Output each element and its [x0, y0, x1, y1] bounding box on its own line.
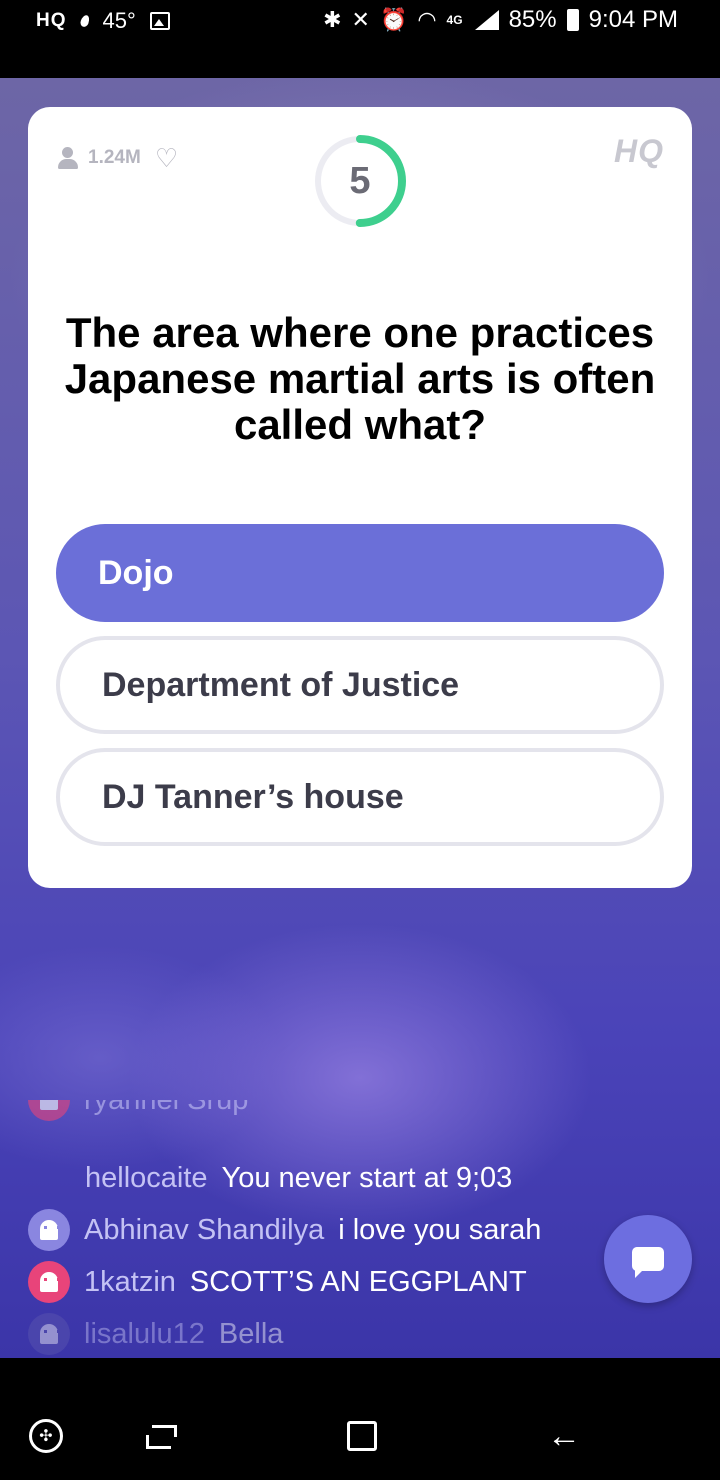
chat-text: You never start at 9;03	[221, 1161, 513, 1194]
hq-notification-icon: HQ	[36, 10, 67, 31]
skull-icon	[40, 1100, 58, 1110]
chat-text: Bella	[218, 1317, 284, 1350]
live-chat: ryannel Srup hellocaite You never start …	[0, 1100, 720, 1358]
chat-message: 1katzin SCOTT’S AN EGGPLANT	[28, 1260, 527, 1304]
skull-icon	[40, 1272, 60, 1292]
raindrop-icon	[78, 13, 91, 29]
image-notification-icon	[149, 12, 170, 30]
recent-apps-icon	[146, 1425, 177, 1449]
ghost-icon	[40, 1324, 60, 1344]
game-launcher-button[interactable]: ✣	[26, 1416, 66, 1456]
bluetooth-icon: ✱	[323, 7, 342, 32]
viewer-count: 1.24M	[88, 147, 141, 168]
answer-option-1[interactable]: Dojo	[56, 524, 664, 622]
chat-message: lisalulu12 Bella	[28, 1312, 283, 1356]
question-card: 1.24M ♡ 5 HQ The area where one practice…	[28, 107, 692, 888]
alarm-icon: ⏰	[379, 7, 408, 32]
chat-username: Abhinav Shandilya	[84, 1213, 325, 1246]
back-icon: ←	[547, 1416, 581, 1455]
chat-message: hellocaite You never start at 9;03	[85, 1156, 512, 1200]
chat-username: lisalulu12	[84, 1317, 205, 1350]
ghost-icon	[40, 1220, 60, 1240]
chat-username: hellocaite	[85, 1161, 208, 1194]
viewer-info: 1.24M ♡	[56, 145, 178, 171]
game-launcher-icon: ✣	[29, 1419, 63, 1453]
battery-percent: 85%	[508, 6, 557, 33]
mute-icon: ✕	[351, 7, 370, 32]
home-button[interactable]	[342, 1416, 382, 1456]
answer-label: DJ Tanner’s house	[102, 777, 404, 816]
chat-message: Abhinav Shandilya i love you sarah	[28, 1208, 541, 1252]
status-right: ✱ ✕ ⏰ ◠ 4G 85% 9:04 PM	[323, 6, 678, 34]
heart-icon[interactable]: ♡	[155, 145, 178, 171]
hq-logo: HQ	[614, 133, 664, 169]
timer-number: 5	[349, 159, 371, 202]
chat-text: i love you sarah	[338, 1213, 542, 1246]
avatar	[28, 1100, 70, 1121]
answer-label: Department of Justice	[102, 665, 460, 704]
chat-bubble-icon	[632, 1247, 664, 1278]
avatar	[28, 1313, 70, 1355]
battery-icon	[566, 9, 579, 31]
answer-option-3[interactable]: DJ Tanner’s house	[56, 748, 664, 846]
person-icon	[56, 146, 80, 170]
signal-icon	[473, 10, 499, 30]
navigation-bar: ✣ ←	[0, 1358, 720, 1480]
network-type: 4G	[446, 13, 463, 27]
recent-apps-button[interactable]	[140, 1416, 180, 1456]
question-text: The area where one practices Japanese ma…	[64, 309, 656, 448]
chat-username: 1katzin	[84, 1265, 176, 1298]
home-icon	[347, 1421, 377, 1451]
answer-option-2[interactable]: Department of Justice	[56, 636, 664, 734]
answer-label: Dojo	[98, 553, 174, 592]
chat-username: ryannel Srup	[84, 1100, 248, 1117]
back-button[interactable]: ←	[544, 1416, 584, 1456]
chat-message: ryannel Srup	[28, 1100, 262, 1122]
status-bar: HQ 45° ✱ ✕ ⏰ ◠ 4G 85% 9:04 PM	[0, 0, 720, 78]
clock: 9:04 PM	[588, 6, 678, 33]
open-chat-button[interactable]	[604, 1215, 692, 1303]
wifi-icon: ◠	[417, 7, 437, 32]
temperature-text: 45°	[102, 8, 136, 33]
chat-text: SCOTT’S AN EGGPLANT	[189, 1265, 527, 1298]
avatar	[28, 1261, 70, 1303]
status-left: HQ 45°	[36, 8, 170, 34]
countdown-timer: 5	[312, 133, 408, 229]
avatar	[28, 1209, 70, 1251]
